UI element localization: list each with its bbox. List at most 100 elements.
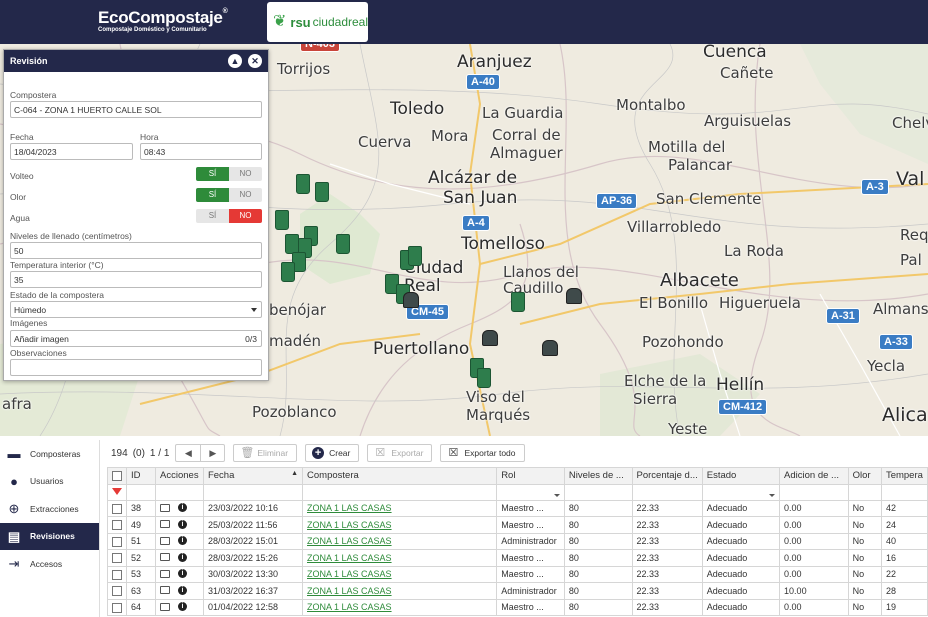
row-checkbox[interactable] (107, 499, 127, 517)
compostera-input[interactable]: C-064 - ZONA 1 HUERTO CALLE SOL (10, 101, 262, 118)
close-icon[interactable]: ✕ (248, 54, 262, 68)
info-icon[interactable]: i (178, 585, 188, 595)
volteo-no-option[interactable]: NO (229, 167, 262, 181)
table-row[interactable]: 52 i 28/03/2022 15:26 ZONA 1 LAS CASAS Maest… (107, 549, 928, 567)
column-header-olor[interactable]: Olor (847, 467, 882, 485)
temperatura-input[interactable]: 35 (10, 271, 262, 288)
compost-bin-marker[interactable] (296, 174, 310, 194)
table-row[interactable]: 63 i 31/03/2022 16:37 ZONA 1 LAS CASAS Admin… (107, 582, 928, 600)
compostera-link[interactable]: ZONA 1 LAS CASAS (307, 569, 392, 579)
olor-toggle[interactable]: SÍ NO (196, 188, 262, 202)
next-page-icon[interactable]: ▶ (200, 445, 224, 461)
column-header-adicion[interactable]: Adicion de ... (779, 467, 849, 485)
create-button[interactable]: + Crear (305, 444, 360, 462)
estado-select[interactable]: Húmedo (10, 301, 262, 318)
compost-bin-marker[interactable] (542, 340, 558, 356)
delete-button[interactable]: 🗑 Eliminar (233, 444, 298, 462)
row-checkbox[interactable] (107, 516, 127, 534)
table-row[interactable]: 49 i 25/03/2022 11:56 ZONA 1 LAS CASAS Maest… (107, 516, 928, 534)
sidebar-item-accesos[interactable]: ⇥ Accesos (0, 550, 99, 578)
image-icon[interactable] (160, 602, 171, 611)
sidebar-item-composteras[interactable]: ▬ Composteras (0, 440, 99, 468)
image-icon[interactable] (160, 503, 171, 512)
column-header-niveles[interactable]: Niveles de ... (563, 467, 633, 485)
agua-no-option[interactable]: NO (229, 209, 262, 223)
sidebar-item-usuarios[interactable]: ● Usuarios (0, 468, 99, 496)
agua-toggle[interactable]: SÍ NO (196, 209, 262, 223)
filter-cell[interactable] (880, 483, 928, 501)
info-icon[interactable]: i (178, 519, 188, 529)
filter-cell[interactable] (155, 483, 204, 501)
column-header-rol[interactable]: Rol (496, 467, 565, 485)
volteo-toggle[interactable]: SÍ NO (196, 167, 262, 181)
column-header-fecha[interactable]: Fecha ▲ (202, 467, 304, 485)
compostera-link[interactable]: ZONA 1 LAS CASAS (307, 586, 392, 596)
filter-cell[interactable] (779, 483, 849, 501)
table-row[interactable]: 53 i 30/03/2022 13:30 ZONA 1 LAS CASAS Maest… (107, 565, 928, 583)
row-checkbox[interactable] (107, 532, 127, 550)
image-icon[interactable] (160, 586, 171, 594)
filter-cell[interactable] (125, 483, 157, 501)
image-icon[interactable] (160, 553, 171, 561)
table-row[interactable]: 64 i 01/04/2022 12:58 ZONA 1 LAS CASAS Maest… (107, 598, 928, 616)
image-icon[interactable] (160, 569, 171, 578)
column-header-porcentaje[interactable]: Porcentaje d... (631, 467, 703, 485)
observaciones-input[interactable] (10, 359, 262, 376)
row-checkbox[interactable] (107, 549, 127, 567)
filter-cell[interactable] (631, 483, 703, 501)
prev-page-icon[interactable]: ◀ (176, 445, 200, 461)
filter-cell[interactable] (847, 483, 882, 501)
compost-bin-marker[interactable] (275, 210, 289, 230)
column-header-id[interactable]: ID (125, 467, 157, 485)
select-all-checkbox[interactable] (107, 467, 127, 485)
compostera-link[interactable]: ZONA 1 LAS CASAS (307, 503, 392, 513)
sidebar-item-extracciones[interactable]: ⊕ Extracciones (0, 495, 99, 523)
clear-filter-button[interactable] (107, 483, 127, 501)
column-header-acciones[interactable]: Acciones (155, 467, 204, 485)
filter-cell[interactable] (701, 483, 781, 501)
compost-bin-marker[interactable] (281, 262, 295, 282)
column-header-temperatura[interactable]: Tempera (880, 467, 928, 485)
imagenes-upload[interactable]: Añadir imagen 0/3 (10, 330, 262, 347)
compostera-link[interactable]: ZONA 1 LAS CASAS (307, 602, 392, 612)
compostera-link[interactable]: ZONA 1 LAS CASAS (307, 553, 392, 563)
hora-input[interactable]: 08:43 (140, 143, 262, 160)
collapse-icon[interactable]: ▲ (228, 54, 242, 68)
info-icon[interactable]: i (178, 552, 188, 562)
filter-cell[interactable] (302, 483, 498, 501)
info-icon[interactable]: i (178, 569, 188, 578)
niveles-input[interactable]: 50 (10, 242, 262, 259)
volteo-yes-option[interactable]: SÍ (196, 167, 229, 181)
compostera-link[interactable]: ZONA 1 LAS CASAS (307, 536, 392, 546)
column-header-compostera[interactable]: Compostera (302, 467, 498, 485)
filter-cell[interactable] (563, 483, 633, 501)
filter-cell[interactable] (496, 483, 565, 501)
export-button[interactable]: ☒ Exportar (367, 444, 433, 462)
agua-yes-option[interactable]: SÍ (196, 209, 229, 223)
compostera-link[interactable]: ZONA 1 LAS CASAS (307, 520, 392, 530)
compost-bin-marker[interactable] (477, 368, 491, 388)
row-checkbox[interactable] (107, 582, 127, 600)
olor-no-option[interactable]: NO (229, 188, 262, 202)
olor-yes-option[interactable]: SÍ (196, 188, 229, 202)
brand-logo[interactable]: EcoCompostaje® Compostaje Doméstico y Co… (98, 8, 228, 33)
row-checkbox[interactable] (107, 565, 127, 583)
compost-bin-marker[interactable] (566, 288, 582, 304)
compost-bin-marker[interactable] (408, 246, 422, 266)
table-row[interactable]: 38 i 23/03/2022 10:16 ZONA 1 LAS CASAS Maest… (107, 499, 928, 517)
info-icon[interactable]: i (178, 503, 188, 512)
partner-logo[interactable]: ❦ rsu ciudadreal (267, 2, 368, 42)
image-icon[interactable] (160, 536, 171, 545)
image-icon[interactable] (160, 520, 171, 528)
compost-bin-marker[interactable] (336, 234, 350, 254)
compost-bin-marker[interactable] (482, 330, 498, 346)
table-row[interactable]: 51 i 28/03/2022 15:01 ZONA 1 LAS CASAS Admin… (107, 532, 928, 550)
export-all-button[interactable]: ☒ Exportar todo (440, 444, 525, 462)
row-checkbox[interactable] (107, 598, 127, 616)
column-header-estado[interactable]: Estado (701, 467, 781, 485)
info-icon[interactable]: i (178, 536, 188, 545)
compost-bin-marker[interactable] (511, 292, 525, 312)
sidebar-item-revisiones[interactable]: ▤ Revisiones (0, 522, 99, 550)
compost-bin-marker[interactable] (315, 182, 329, 202)
compost-bin-marker[interactable] (403, 292, 419, 308)
